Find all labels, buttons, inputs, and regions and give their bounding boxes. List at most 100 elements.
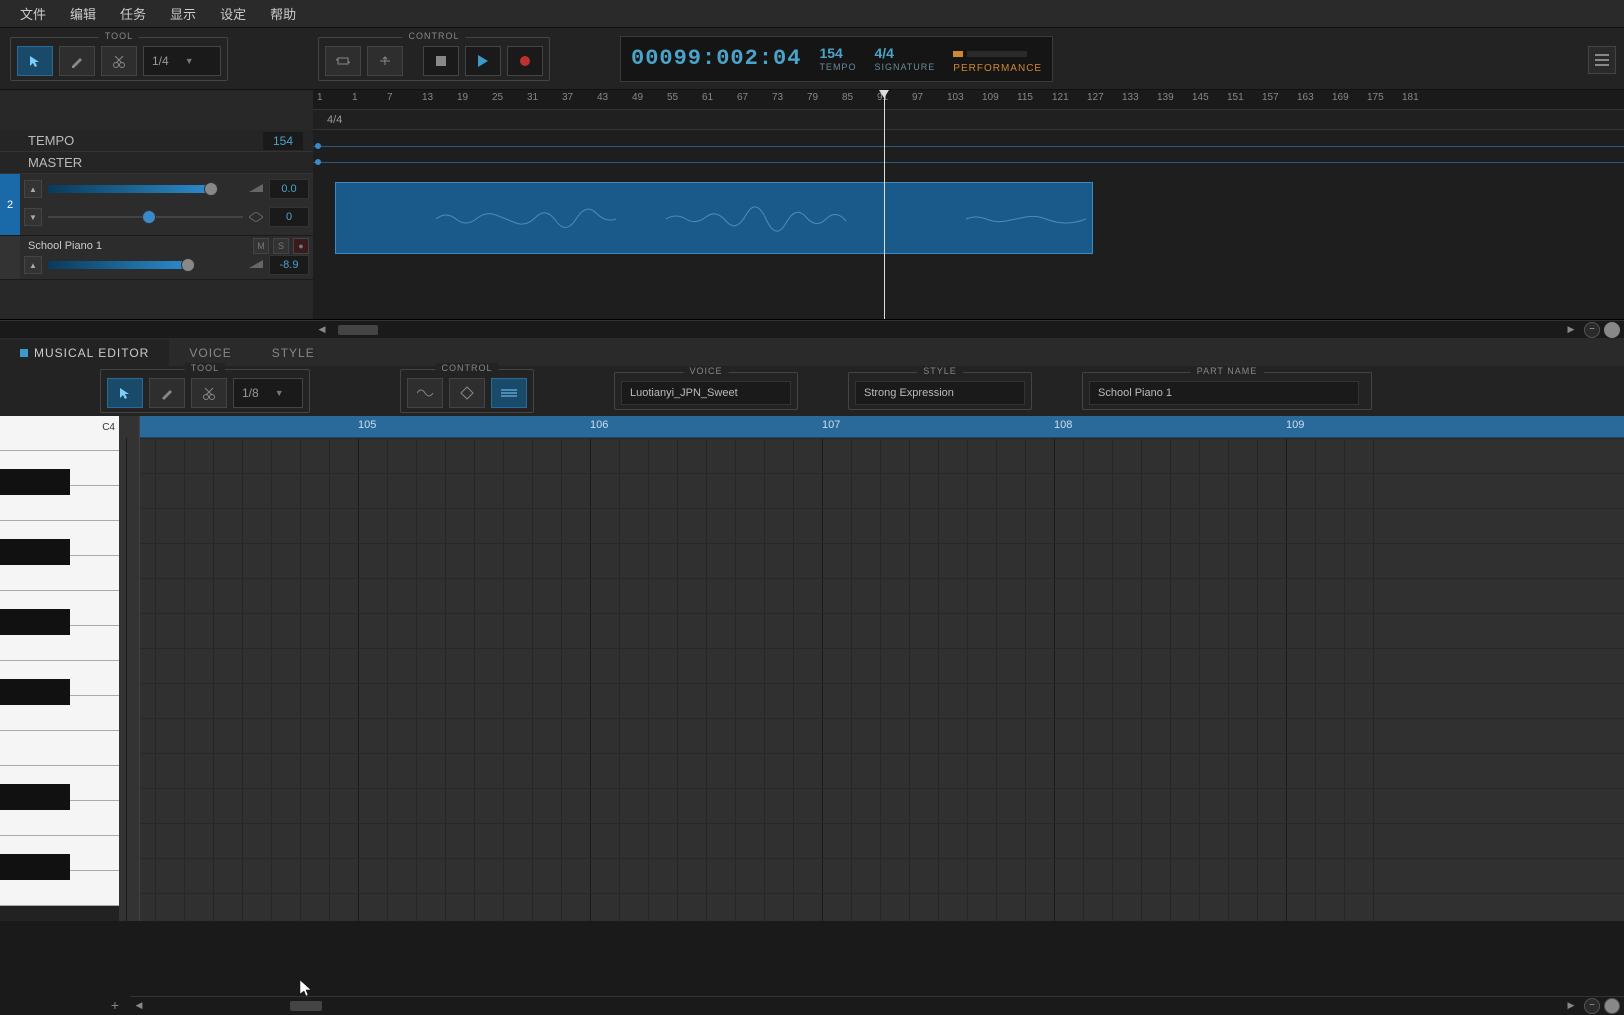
ruler-tick: 13 — [422, 92, 433, 103]
playhead[interactable] — [884, 90, 885, 319]
piano-keyboard[interactable]: C4 — [0, 416, 140, 921]
counter-tempo[interactable]: 154 — [819, 45, 856, 61]
cut-tool[interactable] — [101, 46, 137, 76]
menu-icon[interactable] — [1588, 46, 1616, 74]
ed-quantize-select[interactable]: 1/8 ▼ — [233, 378, 303, 408]
master-row[interactable]: MASTER — [0, 152, 313, 174]
time-sig-marker[interactable]: 4/4 — [327, 114, 342, 126]
ruler-tick: 163 — [1297, 92, 1314, 103]
counter-sig-label: SIGNATURE — [874, 62, 935, 72]
ruler-tick: 127 — [1087, 92, 1104, 103]
tab-indicator-icon — [20, 349, 28, 357]
ruler-tick: 67 — [737, 92, 748, 103]
up-button[interactable]: ▲ — [24, 180, 42, 198]
up-button[interactable]: ▲ — [24, 256, 42, 274]
bar-tick: 107 — [822, 419, 840, 431]
timing-tool[interactable] — [449, 378, 485, 408]
pan-value[interactable]: 0 — [269, 207, 309, 227]
ed-pointer-tool[interactable] — [107, 378, 143, 408]
pointer-tool[interactable] — [17, 46, 53, 76]
editor-tabs: MUSICAL EDITOR VOICE STYLE — [0, 338, 1624, 366]
menu-settings[interactable]: 设定 — [210, 0, 256, 27]
ruler-tick: 181 — [1402, 92, 1419, 103]
volume-value[interactable]: -8.9 — [269, 255, 309, 275]
ruler-tick: 7 — [387, 92, 393, 103]
arr-hscrollbar[interactable]: ◀ ▶ − — [0, 320, 1624, 338]
volume-value[interactable]: 0.0 — [269, 179, 309, 199]
ruler-tick: 25 — [492, 92, 503, 103]
ruler-tick: 115 — [1017, 92, 1033, 103]
menu-help[interactable]: 帮助 — [260, 0, 306, 27]
black-key[interactable] — [0, 854, 70, 880]
zoom-out-button[interactable]: − — [1584, 998, 1600, 1014]
scrollbar-thumb[interactable] — [290, 1001, 322, 1011]
tab-style[interactable]: STYLE — [252, 340, 335, 366]
rec-arm-button[interactable]: ● — [293, 238, 309, 254]
menu-view[interactable]: 显示 — [160, 0, 206, 27]
ed-hscrollbar[interactable]: ◀ ▶ − — [130, 996, 1624, 1014]
menu-file[interactable]: 文件 — [10, 0, 56, 27]
time-sig-lane[interactable]: 4/4 — [313, 110, 1624, 130]
tab-musical-editor[interactable]: MUSICAL EDITOR — [0, 340, 169, 366]
black-key[interactable] — [0, 609, 70, 635]
white-key[interactable] — [0, 416, 119, 451]
zoom-fit-button[interactable] — [1604, 998, 1620, 1014]
scroll-right-icon[interactable]: ▶ — [1562, 322, 1580, 338]
perf-led-icon — [953, 51, 963, 57]
black-key[interactable] — [0, 784, 70, 810]
scrollbar-thumb[interactable] — [338, 325, 378, 335]
solo-button[interactable]: S — [273, 238, 289, 254]
scroll-left-icon[interactable]: ◀ — [313, 322, 331, 338]
add-lane-button[interactable]: + — [100, 997, 130, 1013]
menu-bar: 文件 编辑 任务 显示 设定 帮助 — [0, 0, 1624, 28]
tempo-row-label: TEMPO — [28, 133, 74, 148]
zoom-out-button[interactable]: − — [1584, 322, 1600, 338]
bar-ruler[interactable]: 1171319253137434955616773798591971031091… — [313, 90, 1624, 110]
arrangement-lanes[interactable]: 1171319253137434955616773798591971031091… — [313, 90, 1624, 319]
tempo-row[interactable]: TEMPO 154 — [0, 130, 313, 152]
note-ruler[interactable]: 105106107108109 — [140, 416, 1624, 438]
part-name-field[interactable]: School Piano 1 — [1089, 381, 1359, 405]
mute-button[interactable]: M — [253, 238, 269, 254]
ed-pencil-tool[interactable] — [149, 378, 185, 408]
zoom-fit-button[interactable] — [1604, 322, 1620, 338]
counter-sig[interactable]: 4/4 — [874, 45, 935, 61]
transport-counter: 00099:002:04 154 TEMPO 4/4 SIGNATURE PER… — [620, 36, 1053, 82]
black-key[interactable] — [0, 539, 70, 565]
track-number[interactable]: 2 — [0, 174, 20, 235]
ruler-tick: 73 — [772, 92, 783, 103]
ed-quantize-value: 1/8 — [242, 386, 259, 400]
white-key[interactable] — [0, 731, 119, 766]
counter-perf-label: PERFORMANCE — [953, 63, 1042, 74]
track-row[interactable]: 2 ▲ 0.0 ▼ 0 — [0, 174, 313, 236]
black-key[interactable] — [0, 679, 70, 705]
volume-fader[interactable] — [48, 258, 243, 272]
record-button[interactable] — [507, 46, 543, 76]
note-grid[interactable] — [140, 438, 1624, 921]
quantize-select[interactable]: 1/4 ▼ — [143, 46, 221, 76]
voice-select[interactable]: Luotianyi_JPN_Sweet — [621, 381, 791, 405]
track-name[interactable]: School Piano 1 — [24, 238, 249, 254]
pencil-tool[interactable] — [59, 46, 95, 76]
volume-fader[interactable] — [48, 182, 243, 196]
dynamics-tool[interactable] — [491, 378, 527, 408]
menu-edit[interactable]: 编辑 — [60, 0, 106, 27]
menu-task[interactable]: 任务 — [110, 0, 156, 27]
track-row[interactable]: School Piano 1 M S ● ▲ -8.9 — [0, 236, 313, 280]
play-button[interactable] — [465, 46, 501, 76]
scroll-right-icon[interactable]: ▶ — [1562, 998, 1580, 1014]
style-select[interactable]: Strong Expression — [855, 381, 1025, 405]
autoscroll-button[interactable] — [367, 46, 403, 76]
ruler-tick: 151 — [1227, 92, 1244, 103]
scroll-left-icon[interactable]: ◀ — [130, 998, 148, 1014]
loop-button[interactable] — [325, 46, 361, 76]
pitch-tool[interactable] — [407, 378, 443, 408]
pan-slider[interactable] — [48, 210, 243, 224]
tempo-row-value[interactable]: 154 — [263, 132, 303, 150]
black-key[interactable] — [0, 469, 70, 495]
audio-clip[interactable] — [335, 182, 1093, 254]
ed-cut-tool[interactable] — [191, 378, 227, 408]
down-button[interactable]: ▼ — [24, 208, 42, 226]
track-number[interactable] — [0, 236, 20, 279]
stop-button[interactable] — [423, 46, 459, 76]
